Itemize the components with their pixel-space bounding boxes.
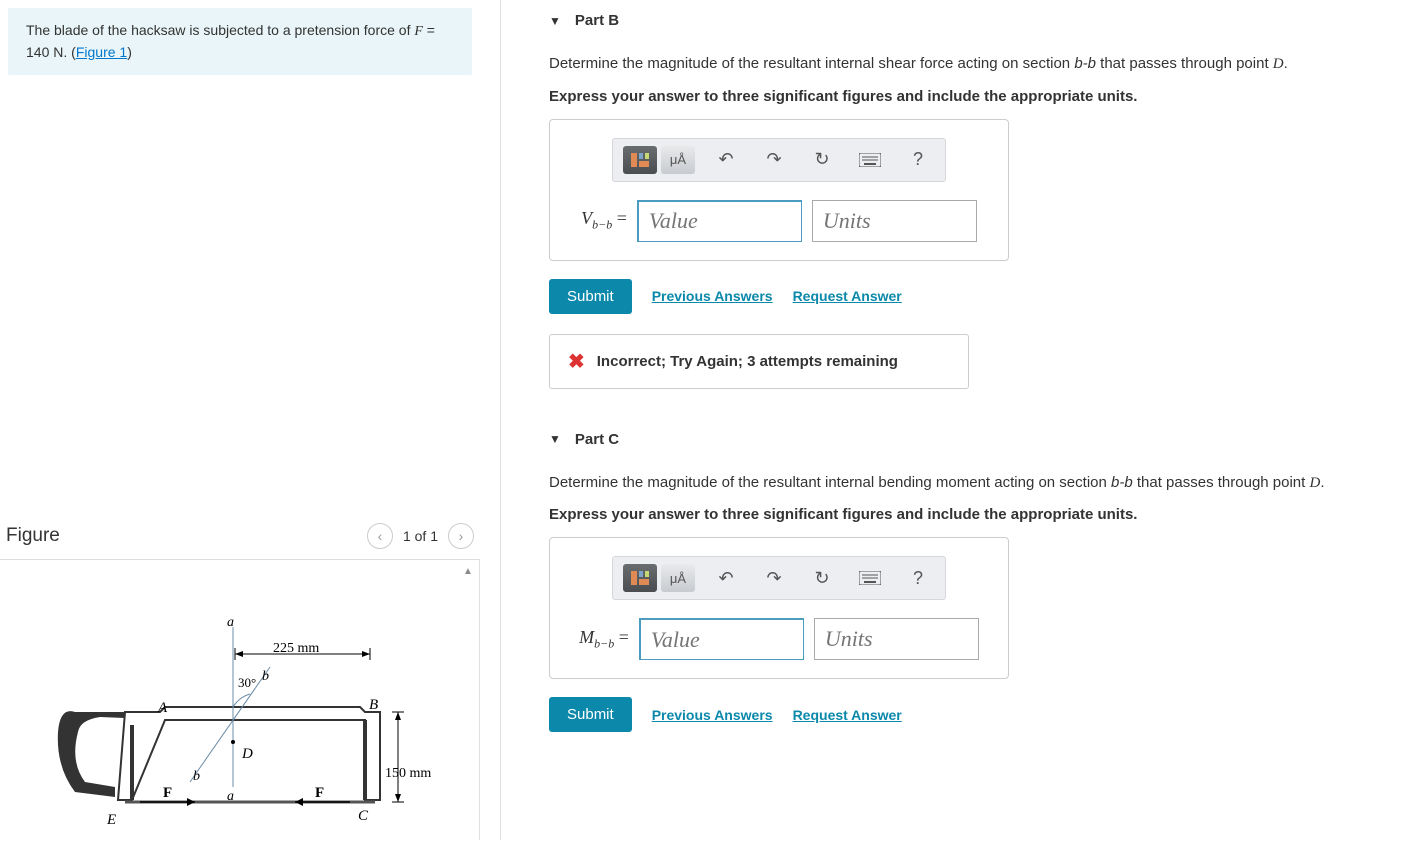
part-b-feedback: ✖ Incorrect; Try Again; 3 attempts remai…	[549, 334, 969, 389]
figure-panel: Figure ‹ 1 of 1 › ▲	[0, 503, 480, 840]
template-grid-button[interactable]	[623, 564, 657, 592]
part-c-value-input[interactable]	[639, 618, 804, 660]
force-var: F	[414, 24, 423, 39]
scroll-up-icon[interactable]: ▲	[459, 566, 477, 584]
force-unit: N	[53, 44, 63, 60]
undo-button[interactable]: ↶	[709, 563, 743, 593]
problem-text: The blade of the hacksaw is subjected to…	[26, 22, 414, 38]
part-b-var-label: Vb−b =	[581, 208, 627, 233]
redo-button[interactable]: ↷	[757, 145, 791, 175]
caret-down-icon: ▼	[549, 14, 561, 28]
help-button[interactable]: ?	[901, 145, 935, 175]
figure-next-button[interactable]: ›	[448, 523, 474, 549]
part-b-previous-answers-link[interactable]: Previous Answers	[652, 288, 773, 304]
part-b-prompt: Determine the magnitude of the resultant…	[549, 51, 1416, 78]
svg-text:a: a	[227, 789, 234, 804]
redo-button[interactable]: ↷	[757, 563, 791, 593]
caret-down-icon: ▼	[549, 432, 561, 446]
units-button[interactable]: μÅ	[661, 564, 695, 592]
template-grid-button[interactable]	[623, 146, 657, 174]
part-b-feedback-text: Incorrect; Try Again; 3 attempts remaini…	[597, 353, 898, 370]
figure-prev-button[interactable]: ‹	[367, 523, 393, 549]
problem-statement: The blade of the hacksaw is subjected to…	[8, 8, 472, 75]
part-c-title: Part C	[575, 431, 619, 448]
svg-text:E: E	[106, 812, 116, 828]
svg-text:b: b	[193, 769, 200, 784]
part-c-toolbar: μÅ ↶ ↷ ↻ ?	[612, 556, 946, 600]
part-c-answer-box: μÅ ↶ ↷ ↻ ? Mb−b =	[549, 537, 1009, 679]
keyboard-button[interactable]	[853, 145, 887, 175]
part-c-request-answer-link[interactable]: Request Answer	[793, 707, 902, 723]
part-c-instruction: Express your answer to three significant…	[549, 506, 1416, 523]
part-c-var-label: Mb−b =	[579, 627, 629, 652]
svg-text:A: A	[157, 700, 168, 716]
part-c-previous-answers-link[interactable]: Previous Answers	[652, 707, 773, 723]
keyboard-button[interactable]	[853, 563, 887, 593]
reset-button[interactable]: ↻	[805, 145, 839, 175]
svg-text:F: F	[163, 785, 172, 801]
part-b-answer-box: μÅ ↶ ↷ ↻ ? Vb−b =	[549, 119, 1009, 261]
svg-text:D: D	[241, 746, 253, 762]
period: . (	[63, 44, 75, 60]
part-b-section: ▼ Part B Determine the magnitude of the …	[549, 0, 1416, 389]
svg-text:F: F	[315, 785, 324, 801]
part-b-toolbar: μÅ ↶ ↷ ↻ ?	[612, 138, 946, 182]
part-c-units-input[interactable]	[814, 618, 979, 660]
part-b-submit-button[interactable]: Submit	[549, 279, 632, 314]
part-b-request-answer-link[interactable]: Request Answer	[793, 288, 902, 304]
part-b-instruction: Express your answer to three significant…	[549, 88, 1416, 105]
svg-text:b: b	[262, 669, 269, 684]
svg-text:30°: 30°	[238, 675, 256, 690]
part-b-title: Part B	[575, 12, 619, 29]
figure-title: Figure	[6, 525, 60, 547]
part-b-header[interactable]: ▼ Part B	[549, 0, 1416, 41]
close-paren: )	[127, 44, 132, 60]
part-c-prompt: Determine the magnitude of the resultant…	[549, 470, 1416, 497]
reset-button[interactable]: ↻	[805, 563, 839, 593]
hacksaw-diagram: F F a a b b D 30°	[30, 612, 450, 842]
part-b-value-input[interactable]	[637, 200, 802, 242]
part-c-submit-button[interactable]: Submit	[549, 697, 632, 732]
svg-text:B: B	[369, 697, 378, 713]
part-b-units-input[interactable]	[812, 200, 977, 242]
svg-text:225 mm: 225 mm	[273, 641, 319, 656]
undo-button[interactable]: ↶	[709, 145, 743, 175]
svg-text:150 mm: 150 mm	[385, 766, 431, 781]
units-button[interactable]: μÅ	[661, 146, 695, 174]
part-c-header[interactable]: ▼ Part C	[549, 419, 1416, 460]
svg-text:a: a	[227, 615, 234, 630]
figure-count: 1 of 1	[403, 528, 438, 544]
figure-link[interactable]: Figure 1	[76, 44, 127, 60]
help-button[interactable]: ?	[901, 563, 935, 593]
incorrect-icon: ✖	[568, 349, 585, 374]
part-c-section: ▼ Part C Determine the magnitude of the …	[549, 419, 1416, 733]
